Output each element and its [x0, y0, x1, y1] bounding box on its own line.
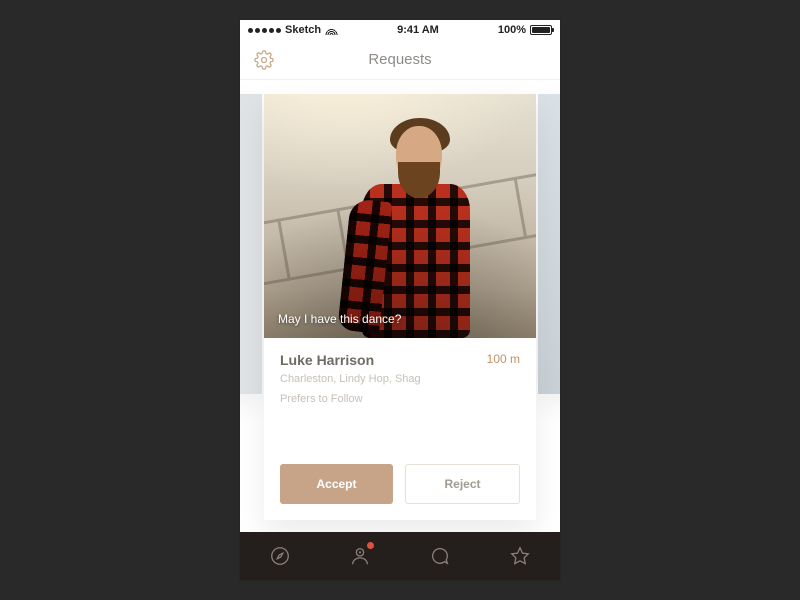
phone-frame: Sketch 9:41 AM 100% Requests [240, 20, 560, 580]
nav-discover[interactable] [262, 538, 298, 574]
battery-label: 100% [498, 24, 526, 36]
carrier-label: Sketch [285, 24, 321, 36]
clock-label: 9:41 AM [397, 24, 439, 36]
signal-dots-icon [248, 28, 281, 33]
dance-styles: Charleston, Lindy Hop, Shag [280, 372, 520, 388]
nav-favorites[interactable] [502, 538, 538, 574]
battery-icon [530, 25, 552, 35]
star-icon [509, 545, 531, 567]
wifi-icon [325, 26, 338, 35]
chat-icon [429, 545, 451, 567]
reject-button[interactable]: Reject [405, 464, 520, 504]
distance-label: 100 m [487, 352, 520, 366]
card-peek-right[interactable] [538, 94, 560, 394]
page-title: Requests [368, 51, 431, 68]
person-illustration [340, 112, 474, 338]
profile-photo[interactable]: May I have this dance? [264, 94, 536, 338]
status-left: Sketch [248, 24, 338, 36]
nav-requests[interactable] [342, 538, 378, 574]
card-body: Luke Harrison 100 m Charleston, Lindy Ho… [264, 338, 536, 520]
bottom-nav [240, 532, 560, 580]
role-preference: Prefers to Follow [280, 392, 520, 408]
app-header: Requests [240, 40, 560, 80]
status-right: 100% [498, 24, 552, 36]
gear-icon [254, 50, 274, 70]
compass-icon [269, 545, 291, 567]
notification-badge [367, 542, 374, 549]
profile-name: Luke Harrison [280, 352, 374, 368]
card-peek-left[interactable] [240, 94, 262, 394]
settings-button[interactable] [254, 50, 274, 70]
accept-button[interactable]: Accept [280, 464, 393, 504]
photo-caption: May I have this dance? [278, 312, 401, 326]
card-deck[interactable]: May I have this dance? Luke Harrison 100… [240, 80, 560, 532]
status-bar: Sketch 9:41 AM 100% [240, 20, 560, 40]
nav-chat[interactable] [422, 538, 458, 574]
request-card[interactable]: May I have this dance? Luke Harrison 100… [264, 94, 536, 520]
